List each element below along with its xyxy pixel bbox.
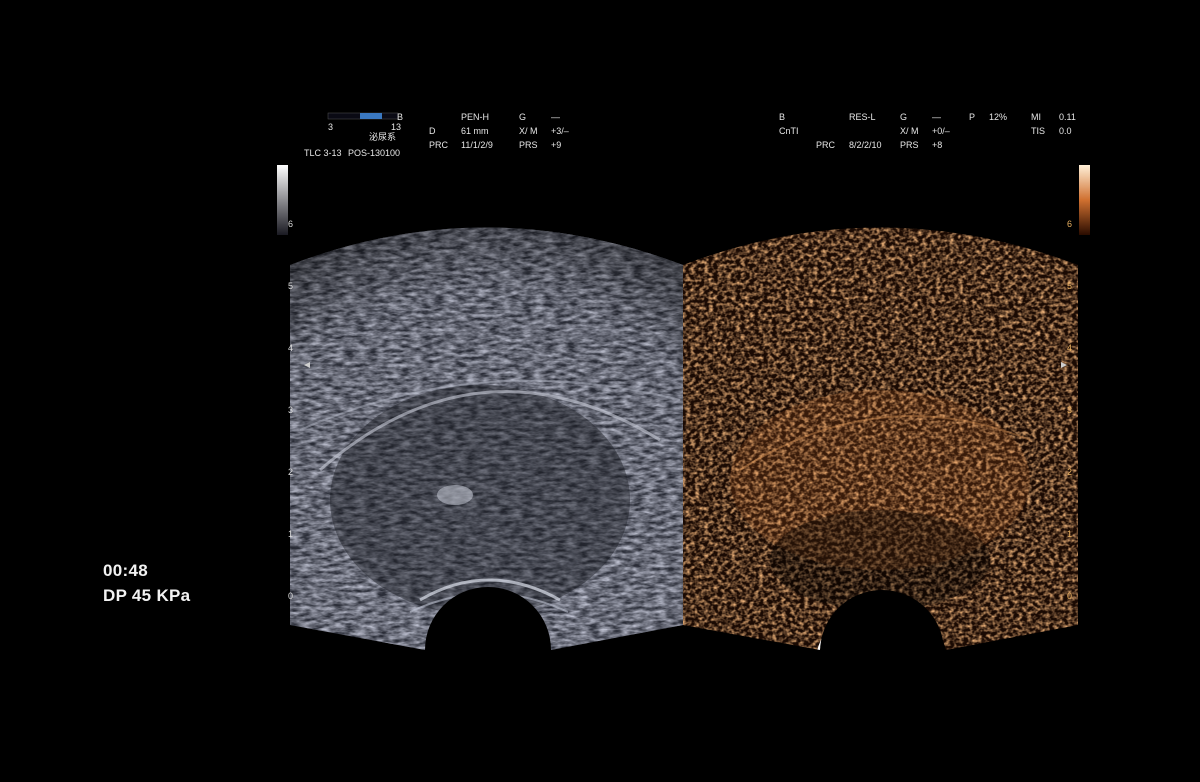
depth-tick-left: 5 — [288, 281, 294, 291]
depth-tick-right: 2 — [1067, 467, 1073, 477]
depth-tick-right: 4 — [1067, 343, 1073, 353]
depth-tick-left: 0 — [288, 591, 294, 601]
depth-tick-right: 6 — [1067, 219, 1073, 229]
depth-tick-left: 2 — [288, 467, 294, 477]
top-colorbar-highlight — [360, 113, 382, 119]
probe-label: TLC 3-13 — [304, 148, 342, 158]
right-colormap-bar — [1079, 165, 1090, 235]
depth-tick-left: 1 — [288, 529, 294, 539]
ultrasound-canvas — [277, 112, 1090, 652]
depth-tick-right: 5 — [1067, 281, 1073, 291]
colorbar-min: 3 — [328, 122, 334, 132]
depth-tick-right: 0 — [1067, 591, 1073, 601]
position-label: POS-130100 — [348, 148, 401, 158]
depth-tick-right: 3 — [1067, 405, 1073, 415]
elapsed-timer: 00:48 — [103, 561, 148, 580]
depth-tick-left: 3 — [288, 405, 294, 415]
organ-label: 泌尿系 — [369, 132, 397, 142]
depth-tick-left: 6 — [288, 219, 294, 229]
depth-tick-left: 4 — [288, 343, 294, 353]
depth-tick-right: 1 — [1067, 529, 1073, 539]
left-grayscale-bar — [277, 165, 288, 235]
pressure-readout: DP 45 KPa — [103, 586, 191, 605]
